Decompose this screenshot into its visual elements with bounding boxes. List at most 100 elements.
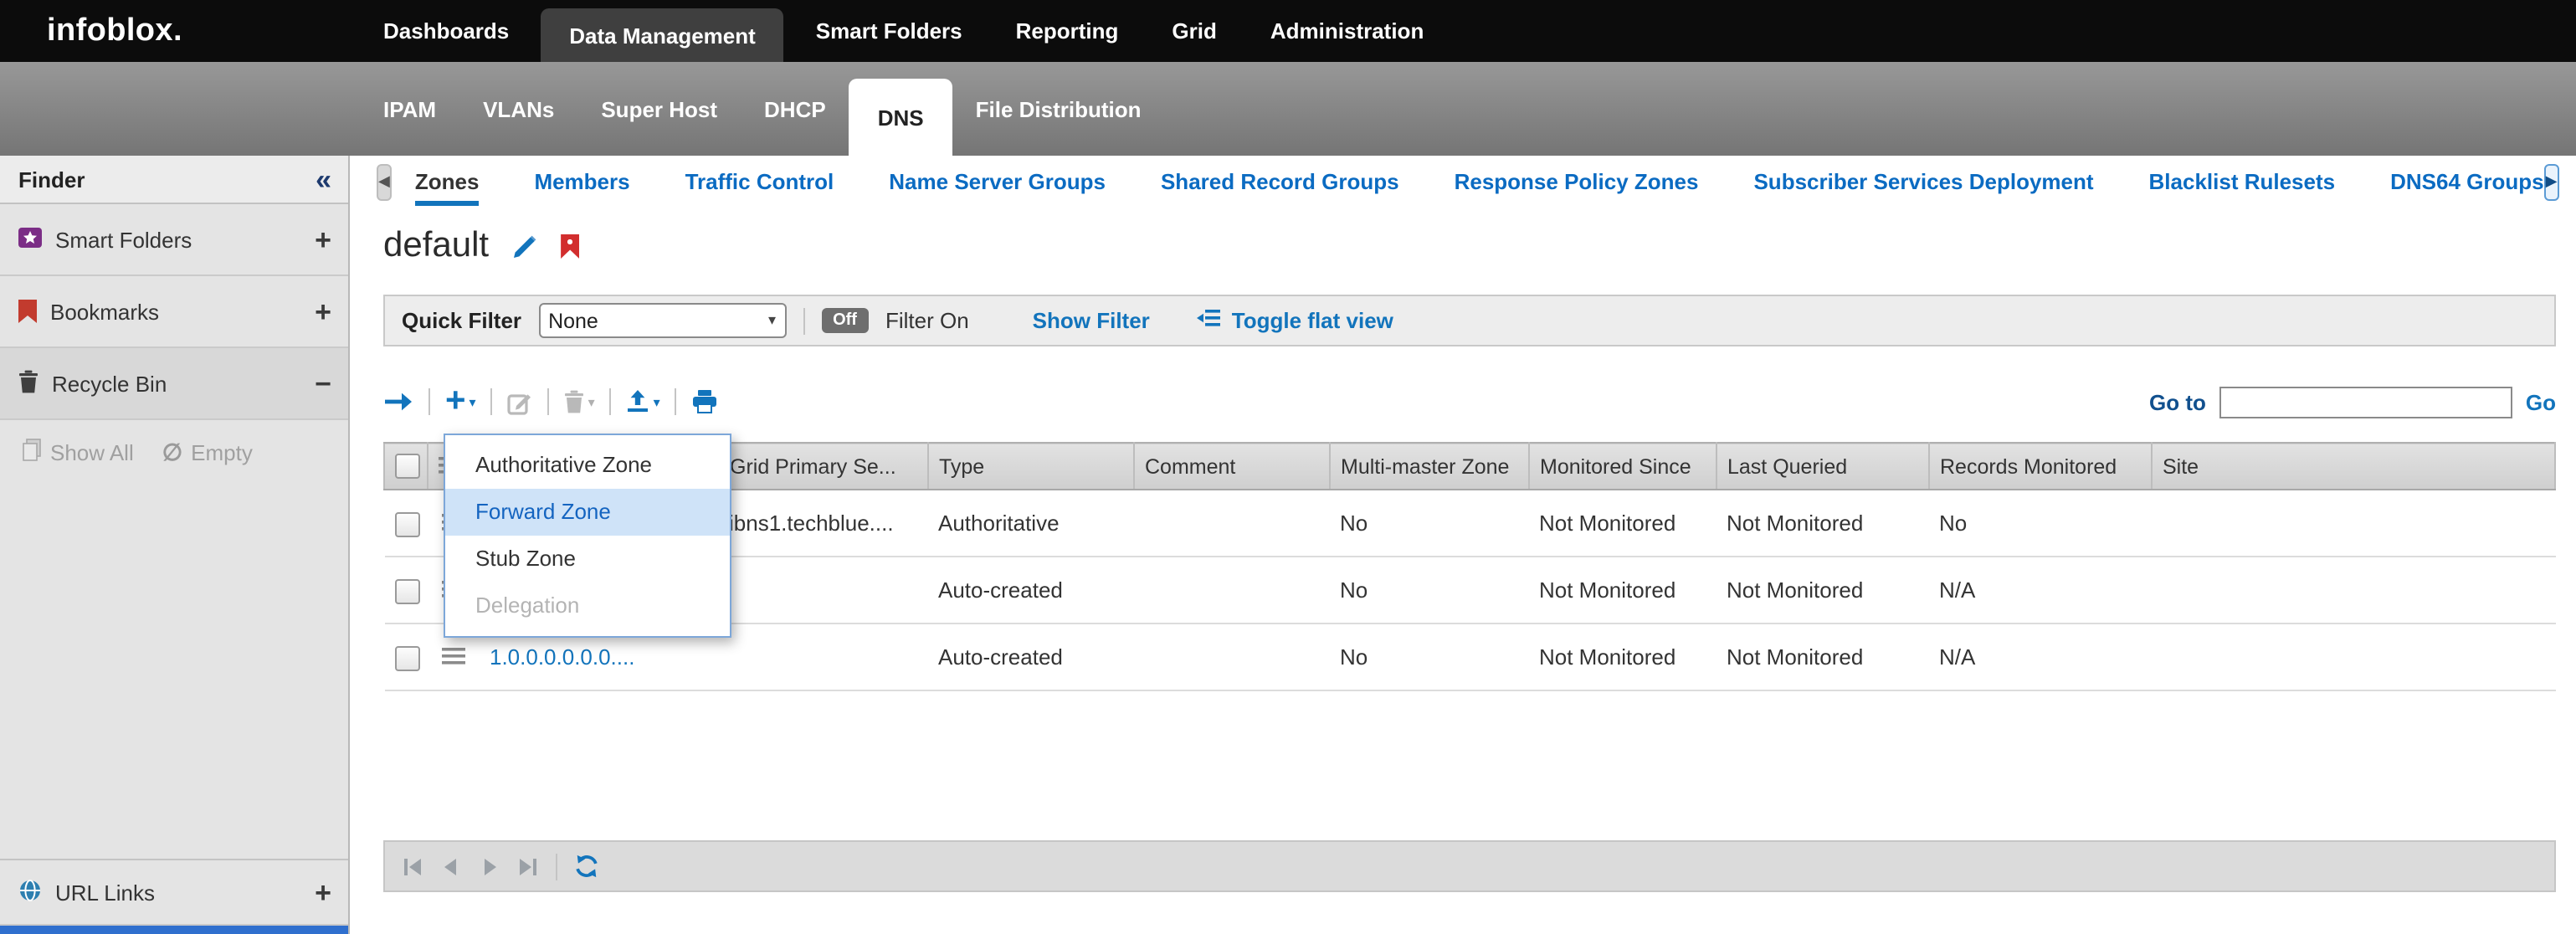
- tab-name-server-groups[interactable]: Name Server Groups: [889, 169, 1106, 194]
- subnav-dns[interactable]: DNS: [849, 79, 952, 156]
- toggle-flat-view-link[interactable]: Toggle flat view: [1197, 308, 1393, 333]
- add-url-link-button[interactable]: +: [315, 878, 331, 906]
- row-menu-icon[interactable]: [442, 648, 465, 665]
- goto-input[interactable]: [2219, 386, 2512, 418]
- empty-recycle-bin-button[interactable]: ∅ Empty: [162, 439, 253, 464]
- import-export-button[interactable]: ▾: [627, 390, 660, 413]
- last-page-icon[interactable]: [517, 856, 539, 876]
- sidebar-item-bookmarks[interactable]: Bookmarks +: [0, 276, 348, 348]
- cell-site: [2152, 557, 2555, 624]
- bookmark-icon: [18, 300, 37, 323]
- nav-reporting[interactable]: Reporting: [994, 0, 1141, 62]
- zones-toolbar: + ▾ ▾ ▾: [383, 380, 2556, 423]
- content-tabstrip: ◀ Zones Members Traffic Control Name Ser…: [350, 156, 2576, 208]
- cell-grid-primary: [719, 624, 928, 690]
- subnav-ipam[interactable]: IPAM: [360, 96, 459, 121]
- menu-item-authoritative-zone[interactable]: Authoritative Zone: [445, 442, 730, 489]
- menu-item-delegation: Delegation: [445, 582, 730, 629]
- col-header-multi-master[interactable]: Multi-master Zone: [1330, 443, 1529, 490]
- menu-item-stub-zone[interactable]: Stub Zone: [445, 536, 730, 582]
- print-button[interactable]: [692, 390, 719, 413]
- restart-services-arrow-icon[interactable]: [383, 392, 413, 412]
- top-bar: infoblox. Dashboards Data Management Sma…: [0, 0, 2576, 62]
- show-filter-link[interactable]: Show Filter: [1033, 308, 1150, 333]
- sidebar-item-url-links[interactable]: URL Links +: [0, 859, 348, 926]
- go-button[interactable]: Go: [2526, 389, 2556, 414]
- previous-page-icon[interactable]: [440, 856, 462, 876]
- filter-off-toggle[interactable]: Off: [821, 308, 869, 333]
- sidebar-item-recycle-bin[interactable]: Recycle Bin −: [0, 348, 348, 420]
- row-checkbox[interactable]: [394, 578, 419, 603]
- subnav-super-host[interactable]: Super Host: [577, 96, 741, 121]
- plus-icon: +: [445, 385, 466, 418]
- recycle-bin-icon: [18, 369, 38, 398]
- quick-filter-select[interactable]: None ▾: [538, 303, 786, 338]
- edit-button[interactable]: [508, 389, 533, 414]
- menu-item-forward-zone[interactable]: Forward Zone: [445, 489, 730, 536]
- refresh-icon[interactable]: [574, 854, 599, 879]
- quick-filter-bar: Quick Filter None ▾ Off Filter On Show F…: [383, 295, 2556, 346]
- tab-traffic-control[interactable]: Traffic Control: [685, 169, 834, 194]
- col-header-type[interactable]: Type: [928, 443, 1134, 490]
- sidebar-item-smart-folders[interactable]: Smart Folders +: [0, 204, 348, 276]
- row-checkbox[interactable]: [394, 645, 419, 670]
- tabs-scroll-right-icon[interactable]: ▶: [2544, 163, 2559, 200]
- smart-folders-icon: [18, 227, 42, 252]
- add-button[interactable]: + ▾: [445, 385, 476, 418]
- next-page-icon[interactable]: [479, 856, 500, 876]
- finder-title: Finder: [18, 167, 85, 192]
- quick-filter-label: Quick Filter: [402, 308, 521, 333]
- separator: [428, 388, 430, 415]
- add-zone-menu: Authoritative Zone Forward Zone Stub Zon…: [444, 434, 731, 638]
- sidebar-resize-strip[interactable]: [0, 926, 348, 934]
- filter-on-label: Filter On: [885, 308, 969, 333]
- nav-smart-folders[interactable]: Smart Folders: [794, 0, 984, 62]
- subnav-vlans[interactable]: VLANs: [459, 96, 577, 121]
- col-header-records-monitored[interactable]: Records Monitored: [1929, 443, 2152, 490]
- empty-slash-icon: ∅: [162, 440, 182, 464]
- tab-dns64-groups[interactable]: DNS64 Groups: [2390, 169, 2544, 194]
- add-smart-folder-button[interactable]: +: [315, 225, 331, 254]
- page-title: default: [383, 226, 489, 266]
- edit-title-pencil-icon[interactable]: [512, 234, 537, 259]
- first-page-icon[interactable]: [402, 856, 423, 876]
- bookmark-flag-icon[interactable]: [561, 234, 579, 259]
- cell-monitored-since: Not Monitored: [1529, 557, 1716, 624]
- sidebar-spacer: [0, 484, 348, 859]
- cell-comment: [1134, 557, 1330, 624]
- tab-members[interactable]: Members: [534, 169, 629, 194]
- col-header-monitored-since[interactable]: Monitored Since: [1529, 443, 1716, 490]
- cell-multi-master: No: [1330, 624, 1529, 690]
- sidebar-item-label: Bookmarks: [50, 299, 301, 324]
- row-checkbox[interactable]: [394, 511, 419, 536]
- col-header-comment[interactable]: Comment: [1134, 443, 1330, 490]
- cell-records-monitored: No: [1929, 490, 2152, 557]
- nav-administration[interactable]: Administration: [1249, 0, 1445, 62]
- tab-subscriber-services-deployment[interactable]: Subscriber Services Deployment: [1753, 169, 2093, 194]
- collapse-recycle-bin-button[interactable]: −: [315, 369, 331, 398]
- add-bookmark-button[interactable]: +: [315, 297, 331, 326]
- tab-zones[interactable]: Zones: [415, 169, 480, 194]
- cell-last-queried: Not Monitored: [1716, 624, 1929, 690]
- show-all-button[interactable]: Show All: [22, 438, 134, 466]
- select-all-checkbox[interactable]: [395, 454, 420, 479]
- tab-response-policy-zones[interactable]: Response Policy Zones: [1455, 169, 1699, 194]
- nav-data-management[interactable]: Data Management: [541, 8, 784, 62]
- nav-dashboards[interactable]: Dashboards: [362, 0, 531, 62]
- subnav-file-distribution[interactable]: File Distribution: [952, 96, 1165, 121]
- dns-zones-panel: ◀ Zones Members Traffic Control Name Ser…: [350, 156, 2576, 934]
- tabs-scroll-left-icon[interactable]: ◀: [377, 163, 392, 200]
- col-header-site[interactable]: Site: [2152, 443, 2555, 490]
- nav-grid[interactable]: Grid: [1150, 0, 1238, 62]
- tab-blacklist-rulesets[interactable]: Blacklist Rulesets: [2149, 169, 2336, 194]
- tab-shared-record-groups[interactable]: Shared Record Groups: [1161, 169, 1399, 194]
- collapse-sidebar-icon[interactable]: «: [316, 165, 331, 193]
- cell-type: Auto-created: [928, 624, 1134, 690]
- zone-name-link[interactable]: 1.0.0.0.0.0.0....: [490, 644, 634, 670]
- delete-button[interactable]: ▾: [565, 390, 595, 413]
- separator: [491, 388, 493, 415]
- separator: [803, 307, 804, 334]
- subnav-dhcp[interactable]: DHCP: [741, 96, 849, 121]
- col-header-grid-primary[interactable]: Grid Primary Se...: [719, 443, 928, 490]
- col-header-last-queried[interactable]: Last Queried: [1716, 443, 1929, 490]
